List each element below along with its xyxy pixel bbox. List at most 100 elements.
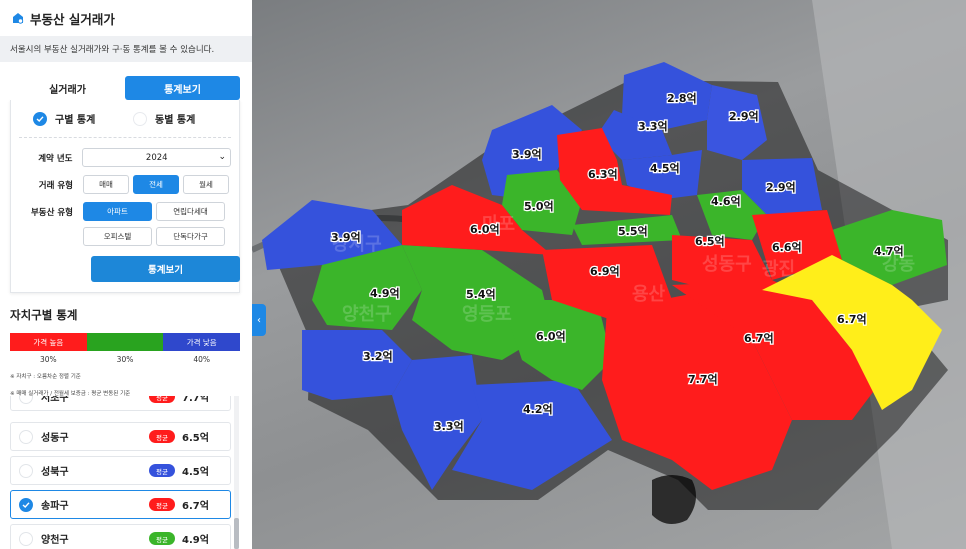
trade-type-row: 거래 유형 매매 전세 월세 [19, 175, 231, 194]
tab-statistics[interactable]: 통계보기 [125, 76, 240, 100]
trade-option-jeonse[interactable]: 전세 [133, 175, 179, 194]
price-label-gangbuk: 3.3억 [638, 120, 668, 133]
list-item-price: 4.5억 [182, 467, 209, 478]
stats-scope-group: 구별 통계 동별 통계 [19, 100, 231, 138]
list-item-name: 양천구 [41, 535, 69, 546]
svg-text:광진: 광진 [762, 259, 795, 280]
list-item-badge: 평균 [149, 532, 175, 545]
svg-text:성동구: 성동구 [702, 254, 752, 275]
price-label-mapo: 6.0억 [470, 223, 500, 236]
price-label-songpa: 6.7억 [837, 313, 867, 326]
price-label-geumcheon: 3.3억 [434, 420, 464, 433]
price-label-gangnam: 6.7억 [744, 332, 774, 345]
svg-text:용산: 용산 [632, 284, 666, 305]
price-label-yangcheon: 4.9억 [370, 287, 400, 300]
legend-high: 가격 높음 [10, 333, 87, 351]
property-option-officetel[interactable]: 오피스텔 [83, 227, 152, 246]
price-label-yongsan: 6.9억 [590, 265, 620, 278]
price-label-seongdong: 6.5억 [695, 235, 725, 248]
radio-dong-stats-label: 동별 통계 [155, 115, 196, 126]
trade-type-label: 거래 유형 [38, 180, 73, 191]
checkbox-icon[interactable] [19, 429, 33, 444]
list-scrollbar[interactable] [234, 396, 239, 549]
property-type-options-1: 아파트 연립다세대 [83, 202, 225, 221]
statistics-panel: 구별 통계 동별 통계 계약 년도 2024 ⌄ 거래 유형 매매 전세 월세 … [10, 100, 240, 293]
price-label-dobong: 2.8억 [667, 92, 697, 105]
sidebar: 부동산 실거래가 서울시의 부동산 실거래가와 구·동 통계를 볼 수 있습니다… [0, 0, 252, 549]
property-option-apartment[interactable]: 아파트 [83, 202, 152, 221]
list-item[interactable]: 서초구 평균 7.7억 [10, 396, 231, 411]
list-item-badge: 평균 [149, 498, 175, 511]
price-label-jongno: 6.3억 [588, 168, 618, 181]
home-icon [13, 13, 24, 24]
year-select[interactable]: 2024 ⌄ [82, 148, 231, 167]
property-type-row: 부동산 유형 아파트 연립다세대 [19, 202, 231, 221]
list-item-name: 성북구 [41, 467, 69, 478]
app-subtitle: 서울시의 부동산 실거래가와 구·동 통계를 볼 수 있습니다. [0, 36, 252, 62]
year-select-value: 2024 [145, 152, 168, 163]
radio-checked-icon [33, 111, 47, 126]
list-scroll-thumb[interactable] [234, 518, 239, 549]
checkbox-icon[interactable] [19, 531, 33, 546]
svg-text:영등포: 영등포 [462, 304, 512, 325]
price-label-jungnang: 2.9억 [766, 181, 796, 194]
year-label: 계약 년도 [38, 153, 73, 164]
radio-unchecked-icon [133, 111, 147, 126]
list-item-name: 송파구 [41, 501, 69, 512]
price-label-eunpyeong: 3.9억 [512, 148, 542, 161]
svg-text:양천구: 양천구 [342, 304, 392, 325]
property-option-rowhouse[interactable]: 연립다세대 [156, 202, 225, 221]
chevron-left-icon: ‹ [257, 314, 261, 326]
price-label-seongbuk: 4.5억 [650, 162, 680, 175]
map-svg: 강서구 양천구 영등포 마포 성동구 광진 강동 용산 2.8억 2.9억 3.… [252, 0, 966, 549]
district-map[interactable]: 강서구 양천구 영등포 마포 성동구 광진 강동 용산 2.8억 2.9억 3.… [252, 0, 966, 549]
property-type-row-2: 오피스텔 단독다가구 [19, 227, 231, 246]
district-list[interactable]: 서초구 평균 7.7억 성동구 평균 6.5억 성북구 평균 4.5억 송파구 … [10, 396, 232, 549]
legend-mid-pct: 30% [116, 355, 134, 364]
radio-dong-stats[interactable]: 동별 통계 [119, 111, 219, 126]
tab-bar: 실거래가 통계보기 [10, 76, 240, 100]
price-label-gwanak: 4.2억 [523, 403, 553, 416]
year-row: 계약 년도 2024 ⌄ [19, 148, 231, 167]
collapse-sidebar-button[interactable]: ‹ [252, 304, 266, 336]
legend-low-pct: 40% [193, 355, 211, 364]
checkbox-icon[interactable] [19, 463, 33, 478]
checkbox-checked-icon[interactable] [19, 497, 33, 512]
price-label-jung: 5.5억 [618, 225, 648, 238]
price-label-gangseo: 3.9억 [331, 231, 361, 244]
radio-district-stats-label: 구별 통계 [55, 115, 96, 126]
property-type-options-2: 오피스텔 단독다가구 [83, 227, 225, 246]
list-item-name: 서초구 [41, 396, 69, 404]
list-item-price: 6.5억 [182, 433, 209, 444]
legend-high-pct: 30% [40, 355, 57, 364]
price-label-gwangjin: 6.6억 [772, 241, 802, 254]
list-item-badge: 평균 [149, 396, 175, 403]
price-label-seocho: 7.7억 [688, 373, 718, 386]
list-item[interactable]: 양천구 평균 4.9억 [10, 524, 231, 549]
price-label-gangdong: 4.7억 [874, 245, 904, 258]
list-item-price: 7.7억 [182, 396, 209, 404]
list-item[interactable]: 성북구 평균 4.5억 [10, 456, 231, 485]
radio-district-stats[interactable]: 구별 통계 [19, 111, 119, 126]
tab-realprice[interactable]: 실거래가 [10, 76, 125, 100]
price-label-dongdaemun: 4.6억 [711, 195, 741, 208]
view-statistics-button[interactable]: 통계보기 [91, 256, 240, 282]
list-item[interactable]: 송파구 평균 6.7억 [10, 490, 231, 519]
list-item-badge: 평균 [149, 430, 175, 443]
trade-option-monthly[interactable]: 월세 [183, 175, 229, 194]
list-item[interactable]: 성동구 평균 6.5억 [10, 422, 231, 451]
chevron-down-icon: ⌄ [218, 152, 226, 162]
price-label-guro: 3.2억 [363, 350, 393, 363]
sort-note: ※ 자치구 : 오름차순 정렬 기준 [10, 374, 81, 380]
property-option-detached[interactable]: 단독다가구 [156, 227, 225, 246]
price-legend: 가격 높음 가격 낮음 [10, 333, 241, 351]
price-label-nowon: 2.9억 [729, 110, 759, 123]
price-label-yeongdeungpo: 5.4억 [466, 288, 496, 301]
app-title: 부동산 실거래가 [30, 11, 115, 27]
legend-percentages: 30% 30% 40% [10, 355, 240, 364]
list-item-name: 성동구 [41, 433, 69, 444]
checkbox-icon[interactable] [19, 396, 33, 404]
trade-option-sale[interactable]: 매매 [83, 175, 129, 194]
list-item-badge: 평균 [149, 464, 175, 477]
property-type-label: 부동산 유형 [30, 207, 73, 218]
